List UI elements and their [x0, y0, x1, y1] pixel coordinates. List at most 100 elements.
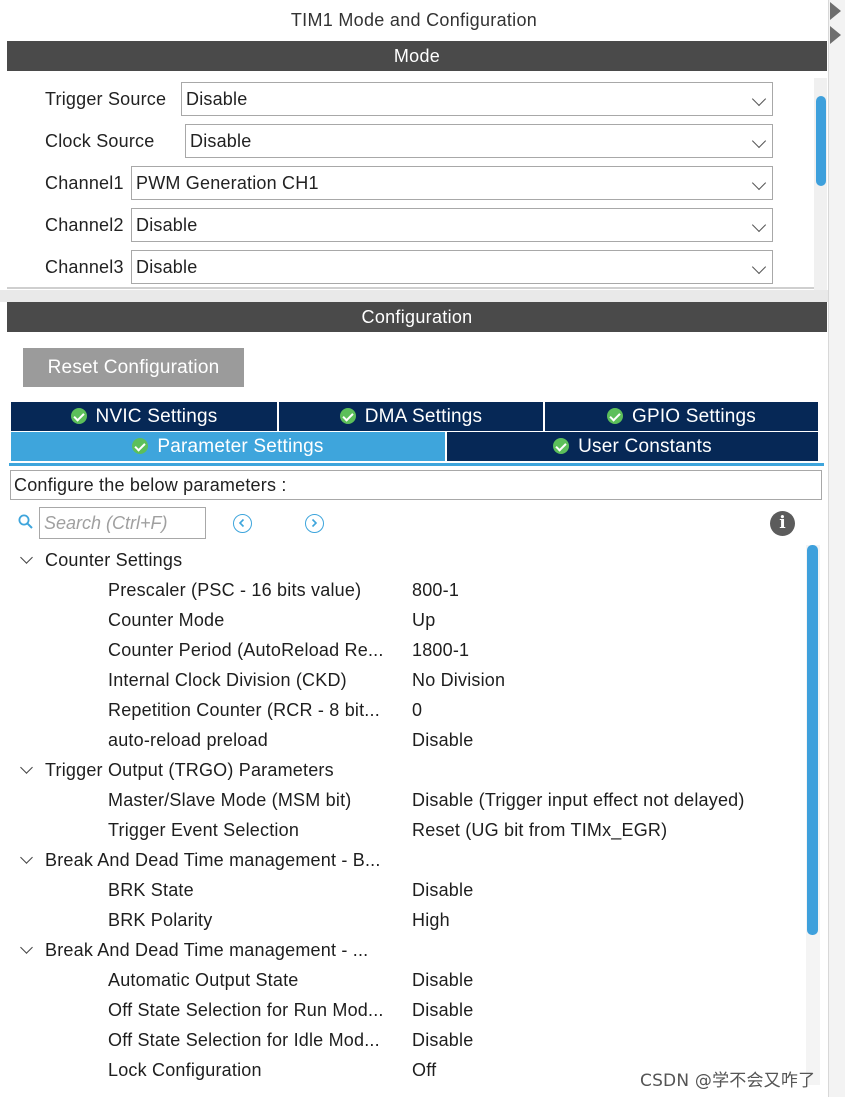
- tab-nvic-settings[interactable]: NVIC Settings: [11, 402, 277, 431]
- param-name: Trigger Event Selection: [108, 820, 300, 840]
- param-name: auto-reload preload: [108, 730, 268, 750]
- chevron-down-icon: [751, 133, 767, 149]
- check-circle-icon: [606, 408, 623, 424]
- chevron-down-icon: [751, 175, 767, 191]
- param-value[interactable]: Disable: [412, 725, 473, 755]
- right-edge-panel: [828, 0, 845, 1097]
- channel2-value: Disable: [136, 215, 198, 235]
- tab-parameter-settings[interactable]: Parameter Settings: [11, 432, 445, 461]
- table-row[interactable]: Repetition Counter (RCR - 8 bit... 0: [0, 695, 806, 725]
- chevron-down-icon[interactable]: [20, 941, 33, 954]
- clock-source-select[interactable]: Disable: [185, 124, 773, 158]
- parameter-scrollbar-thumb[interactable]: [807, 545, 818, 935]
- table-row[interactable]: BRK Polarity High: [0, 905, 806, 935]
- chevron-down-icon[interactable]: [20, 551, 33, 564]
- next-match-icon[interactable]: [305, 514, 324, 533]
- param-name: Counter Period (AutoReload Re...: [108, 640, 384, 660]
- param-value[interactable]: Disable (Trigger input effect not delaye…: [412, 785, 745, 815]
- param-name: Counter Mode: [108, 610, 225, 630]
- clock-source-label: Clock Source: [45, 131, 155, 151]
- mode-header: Mode: [7, 41, 827, 71]
- param-value[interactable]: Off: [412, 1055, 436, 1085]
- table-row[interactable]: Off State Selection for Run Mod... Disab…: [0, 995, 806, 1025]
- param-value[interactable]: 1800-1: [412, 635, 469, 665]
- param-name: Off State Selection for Idle Mod...: [108, 1030, 380, 1050]
- param-name: Master/Slave Mode (MSM bit): [108, 790, 352, 810]
- param-value[interactable]: Disable: [412, 1025, 473, 1055]
- param-name: BRK State: [108, 880, 194, 900]
- channel2-select[interactable]: Disable: [131, 208, 773, 242]
- tab-label: DMA Settings: [364, 406, 483, 427]
- tab-underline: [9, 463, 824, 466]
- channel1-label: Channel1: [45, 173, 124, 193]
- param-value[interactable]: 0: [412, 695, 422, 725]
- tree-group-row[interactable]: Counter Settings: [0, 545, 806, 575]
- collapse-arrow-icon[interactable]: [830, 26, 841, 44]
- param-name: Internal Clock Division (CKD): [108, 670, 347, 690]
- group-label: Counter Settings: [45, 550, 183, 570]
- trigger-source-value: Disable: [186, 89, 248, 109]
- channel3-select[interactable]: Disable: [131, 250, 773, 284]
- table-row[interactable]: Prescaler (PSC - 16 bits value) 800-1: [0, 575, 806, 605]
- channel1-value: PWM Generation CH1: [136, 173, 319, 193]
- collapse-arrow-icon[interactable]: [830, 2, 841, 20]
- parameters-description: Configure the below parameters :: [10, 470, 822, 500]
- check-circle-icon: [553, 438, 570, 454]
- tab-label: Parameter Settings: [157, 436, 324, 457]
- chevron-down-icon[interactable]: [20, 851, 33, 864]
- clock-source-value: Disable: [190, 131, 252, 151]
- search-icon: [18, 514, 33, 529]
- watermark: CSDN @学不会又咋了: [640, 1071, 816, 1091]
- group-label: Break And Dead Time management - B...: [45, 850, 381, 870]
- tab-gpio-settings[interactable]: GPIO Settings: [545, 402, 818, 431]
- trigger-source-label: Trigger Source: [45, 89, 167, 109]
- trigger-source-select[interactable]: Disable: [181, 82, 773, 116]
- tab-dma-settings[interactable]: DMA Settings: [279, 402, 543, 431]
- param-value[interactable]: Disable: [412, 965, 473, 995]
- param-value[interactable]: 800-1: [412, 575, 459, 605]
- tree-group-row[interactable]: Trigger Output (TRGO) Parameters: [0, 755, 806, 785]
- tree-group-row[interactable]: Break And Dead Time management - ...: [0, 935, 806, 965]
- param-value[interactable]: Up: [412, 605, 435, 635]
- table-row[interactable]: Internal Clock Division (CKD) No Divisio…: [0, 665, 806, 695]
- group-label: Break And Dead Time management - ...: [45, 940, 369, 960]
- param-name: Automatic Output State: [108, 970, 299, 990]
- tab-label: GPIO Settings: [631, 406, 757, 427]
- table-row[interactable]: Master/Slave Mode (MSM bit) Disable (Tri…: [0, 785, 806, 815]
- info-icon[interactable]: i: [770, 511, 795, 536]
- chevron-down-icon: [751, 91, 767, 107]
- search-input[interactable]: [39, 507, 206, 539]
- mode-scrollbar-thumb[interactable]: [816, 96, 826, 186]
- group-label: Trigger Output (TRGO) Parameters: [45, 760, 334, 780]
- param-name: Lock Configuration: [108, 1060, 262, 1080]
- tab-label: User Constants: [578, 436, 712, 457]
- tree-group-row[interactable]: Break And Dead Time management - B...: [0, 845, 806, 875]
- table-row[interactable]: Trigger Event Selection Reset (UG bit fr…: [0, 815, 806, 845]
- table-row[interactable]: BRK State Disable: [0, 875, 806, 905]
- previous-match-icon[interactable]: [233, 514, 252, 533]
- check-circle-icon: [339, 408, 356, 424]
- table-row[interactable]: Automatic Output State Disable: [0, 965, 806, 995]
- param-name: Prescaler (PSC - 16 bits value): [108, 580, 362, 600]
- chevron-down-icon[interactable]: [20, 761, 33, 774]
- param-value[interactable]: No Division: [412, 665, 505, 695]
- param-value[interactable]: Reset (UG bit from TIMx_EGR): [412, 815, 667, 845]
- reset-configuration-button[interactable]: Reset Configuration: [23, 348, 244, 387]
- chevron-down-icon: [751, 259, 767, 275]
- table-row[interactable]: Counter Period (AutoReload Re... 1800-1: [0, 635, 806, 665]
- param-value[interactable]: Disable: [412, 995, 473, 1025]
- chevron-down-icon: [751, 217, 767, 233]
- param-value[interactable]: Disable: [412, 875, 473, 905]
- channel3-label: Channel3: [45, 257, 124, 277]
- check-circle-icon: [132, 438, 149, 454]
- channel1-select[interactable]: PWM Generation CH1: [131, 166, 773, 200]
- param-value[interactable]: High: [412, 905, 450, 935]
- param-name: BRK Polarity: [108, 910, 213, 930]
- table-row[interactable]: Off State Selection for Idle Mod... Disa…: [0, 1025, 806, 1055]
- panel-divider[interactable]: [0, 290, 828, 302]
- table-row[interactable]: Counter Mode Up: [0, 605, 806, 635]
- table-row[interactable]: auto-reload preload Disable: [0, 725, 806, 755]
- tab-user-constants[interactable]: User Constants: [447, 432, 818, 461]
- window-title: TIM1 Mode and Configuration: [290, 10, 538, 30]
- channel3-value: Disable: [136, 257, 198, 277]
